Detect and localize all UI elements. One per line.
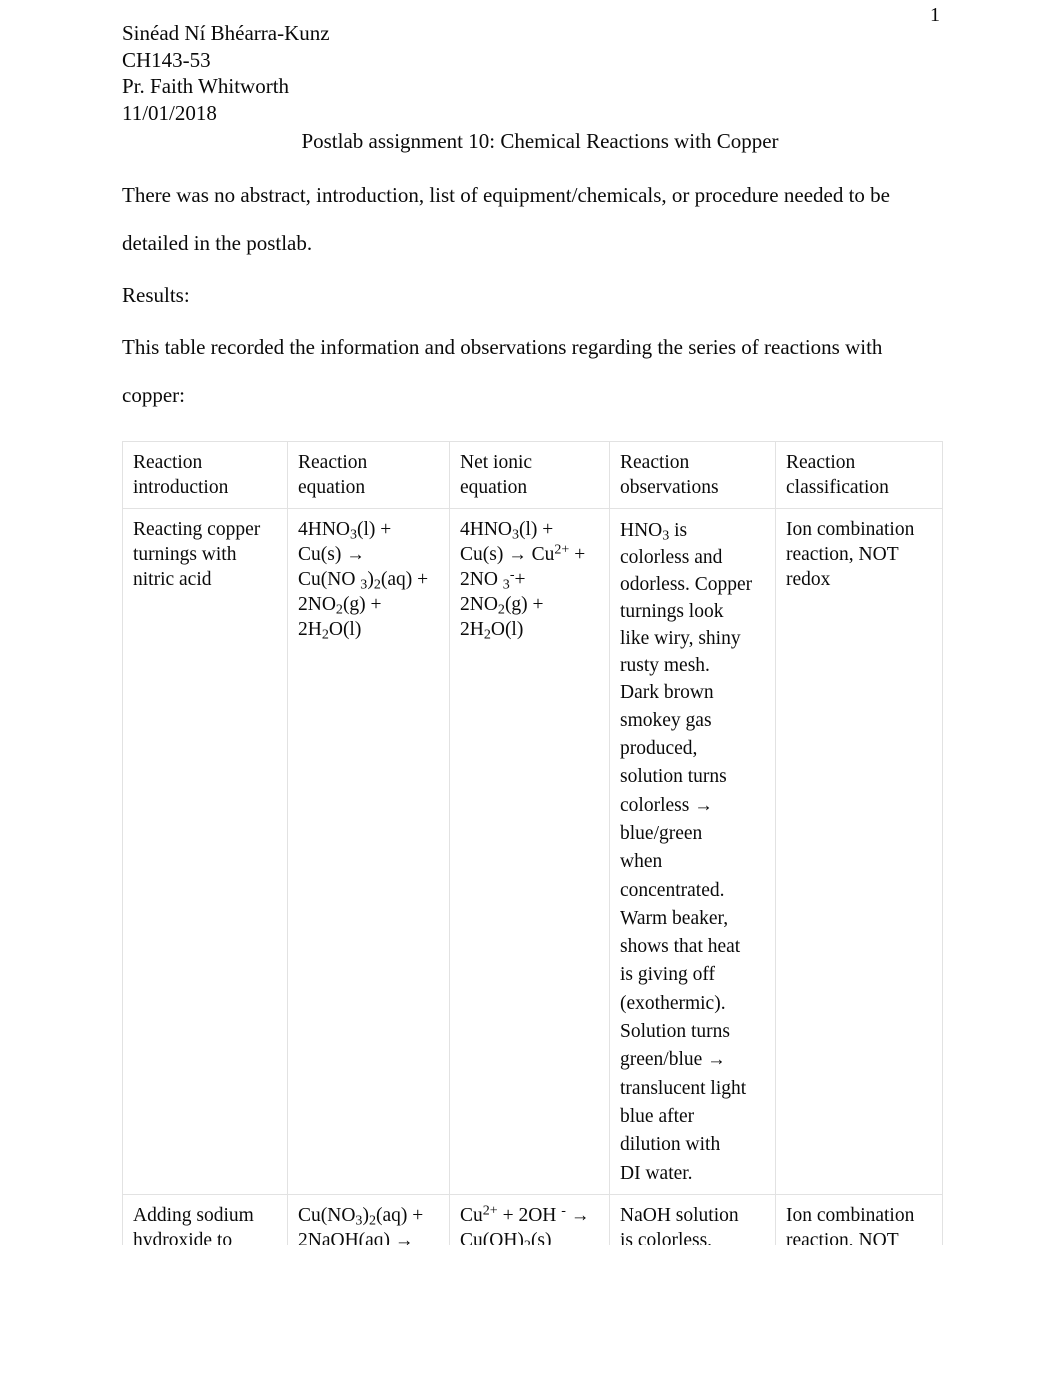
- instructor-name: Pr. Faith Whitworth: [122, 74, 290, 98]
- observation-line: translucent light: [620, 1077, 747, 1099]
- table-header-row: Reaction introduction Reaction equation …: [122, 440, 943, 509]
- observation-line: blue/green: [620, 822, 703, 844]
- observation-line: solution turns: [620, 766, 727, 788]
- observations-block-a: HNO3 is colorless and odorless. Copper t…: [620, 517, 765, 679]
- results-label: Results:: [122, 282, 190, 307]
- equation-line: 4HNO3(l) +: [298, 518, 392, 542]
- intro-paragraph: There was no abstract, introduction, lis…: [122, 182, 890, 255]
- cell-reaction-equation: 4HNO3(l) + Cu(s) → Cu(NO 3)2(aq) + 2NO2(…: [287, 507, 450, 1195]
- document-heading: Sinéad Ní Bhéarra-Kunz CH143-53 Pr. Fait…: [122, 20, 940, 126]
- page-title: Postlab assignment 10: Chemical Reaction…: [301, 129, 779, 153]
- cell-reaction-introduction: Adding sodium hydroxide to: [122, 1193, 288, 1276]
- classification-line: reaction, NOT: [786, 1229, 899, 1251]
- author-name: Sinéad Ní Bhéarra-Kunz: [122, 21, 330, 45]
- classification-line: Ion combination: [786, 1204, 915, 1226]
- reaction-arrow-icon: →: [508, 543, 527, 565]
- observation-line: concentrated.: [620, 879, 725, 901]
- cell-reaction-classification: Ion combination reaction, NOT redox: [775, 507, 943, 1195]
- cell-reaction-equation: Cu(NO3)2(aq) + 2NaOH(aq) →: [287, 1193, 450, 1276]
- reaction-arrow-icon: →: [570, 1204, 590, 1226]
- net-ionic-line: Cu(s) → Cu2+ +: [460, 541, 586, 565]
- cell-net-ionic-equation: 4HNO3(l) + Cu(s) → Cu2+ + 2NO 3-+ 2NO2(g…: [449, 507, 610, 1195]
- table-row: Reacting copper turnings with nitric aci…: [122, 507, 943, 1195]
- observation-line: Warm beaker,: [620, 907, 729, 929]
- equation-line: Cu(NO 3)2(aq) +: [298, 568, 429, 592]
- column-header-reaction-equation: Reaction equation: [287, 440, 450, 509]
- net-ionic-line: 2NO2(g) +: [460, 593, 544, 617]
- observations-block-b: Dark brown smokey gas produced, solution…: [620, 679, 765, 1188]
- document-page: 1 Sinéad Ní Bhéarra-Kunz CH143-53 Pr. Fa…: [0, 0, 1062, 1377]
- net-ionic-line: 2NO 3-+: [460, 566, 526, 592]
- observation-line: Solution turns: [620, 1021, 730, 1043]
- reaction-table: Reaction introduction Reaction equation …: [122, 440, 943, 1276]
- observation-line: DI water.: [620, 1162, 693, 1184]
- course-code: CH143-53: [122, 47, 211, 72]
- reaction-arrow-icon: →: [394, 1229, 414, 1251]
- equation-line: 2NO2(g) +: [298, 593, 382, 617]
- observation-line: colorless →: [620, 794, 713, 816]
- equation-line: 2NaOH(aq) →: [298, 1229, 414, 1251]
- observation-line: is colorless,: [620, 1229, 713, 1251]
- cell-reaction-observations: HNO3 is colorless and odorless. Copper t…: [609, 507, 776, 1195]
- observation-line: dilution with: [620, 1134, 721, 1156]
- observation-line: produced,: [620, 738, 698, 760]
- cell-net-ionic-equation: Cu2+ + 2OH - → Cu(OH)2(s): [449, 1193, 610, 1276]
- equation-line: 2H2O(l): [298, 618, 362, 642]
- table-caption-paragraph: This table recorded the information and …: [122, 334, 883, 407]
- observation-line: turnings look: [620, 600, 724, 622]
- observation-line: rusty mesh.: [620, 654, 710, 676]
- observation-line: is giving off: [620, 964, 715, 986]
- column-header-net-ionic-equation: Net ionic equation: [449, 440, 610, 509]
- observation-line: when: [620, 851, 663, 873]
- net-ionic-line: Cu2+ + 2OH - →: [460, 1202, 590, 1226]
- document-content: Sinéad Ní Bhéarra-Kunz CH143-53 Pr. Fait…: [122, 20, 943, 1276]
- observation-line: HNO3 is: [620, 519, 688, 543]
- observation-line: blue after: [620, 1105, 695, 1127]
- transition-arrow-icon: →: [707, 1049, 726, 1071]
- equation-line: Cu(s) →: [298, 543, 365, 565]
- column-header-reaction-classification: Reaction classification: [775, 440, 943, 509]
- transition-arrow-icon: →: [694, 794, 713, 816]
- observation-line: smokey gas: [620, 709, 712, 731]
- column-header-reaction-observations: Reaction observations: [609, 440, 776, 509]
- cell-reaction-classification: Ion combination reaction, NOT: [775, 1193, 943, 1276]
- observation-line: colorless and: [620, 546, 723, 568]
- observation-line: Dark brown: [620, 681, 714, 703]
- column-header-reaction-introduction: Reaction introduction: [122, 440, 288, 509]
- equation-line: Cu(NO3)2(aq) +: [298, 1204, 424, 1229]
- net-ionic-line: 4HNO3(l) +: [460, 518, 554, 542]
- cell-reaction-observations: NaOH solution is colorless,: [609, 1193, 776, 1276]
- observation-line: (exothermic).: [620, 992, 726, 1014]
- cell-reaction-introduction: Reacting copper turnings with nitric aci…: [122, 507, 288, 1195]
- observation-line: shows that heat: [620, 936, 741, 958]
- observation-line: green/blue →: [620, 1049, 726, 1071]
- reaction-arrow-icon: →: [346, 543, 365, 565]
- observation-line: NaOH solution: [620, 1204, 739, 1226]
- observation-line: like wiry, shiny: [620, 627, 741, 649]
- submission-date: 11/01/2018: [122, 100, 217, 125]
- observation-line: odorless. Copper: [620, 573, 753, 595]
- reaction-table-wrapper: Reaction introduction Reaction equation …: [122, 440, 943, 1276]
- net-ionic-line: Cu(OH)2(s): [460, 1229, 552, 1254]
- net-ionic-line: 2H2O(l): [460, 618, 524, 642]
- table-row: Adding sodium hydroxide to Cu(NO3)2(aq) …: [122, 1193, 943, 1276]
